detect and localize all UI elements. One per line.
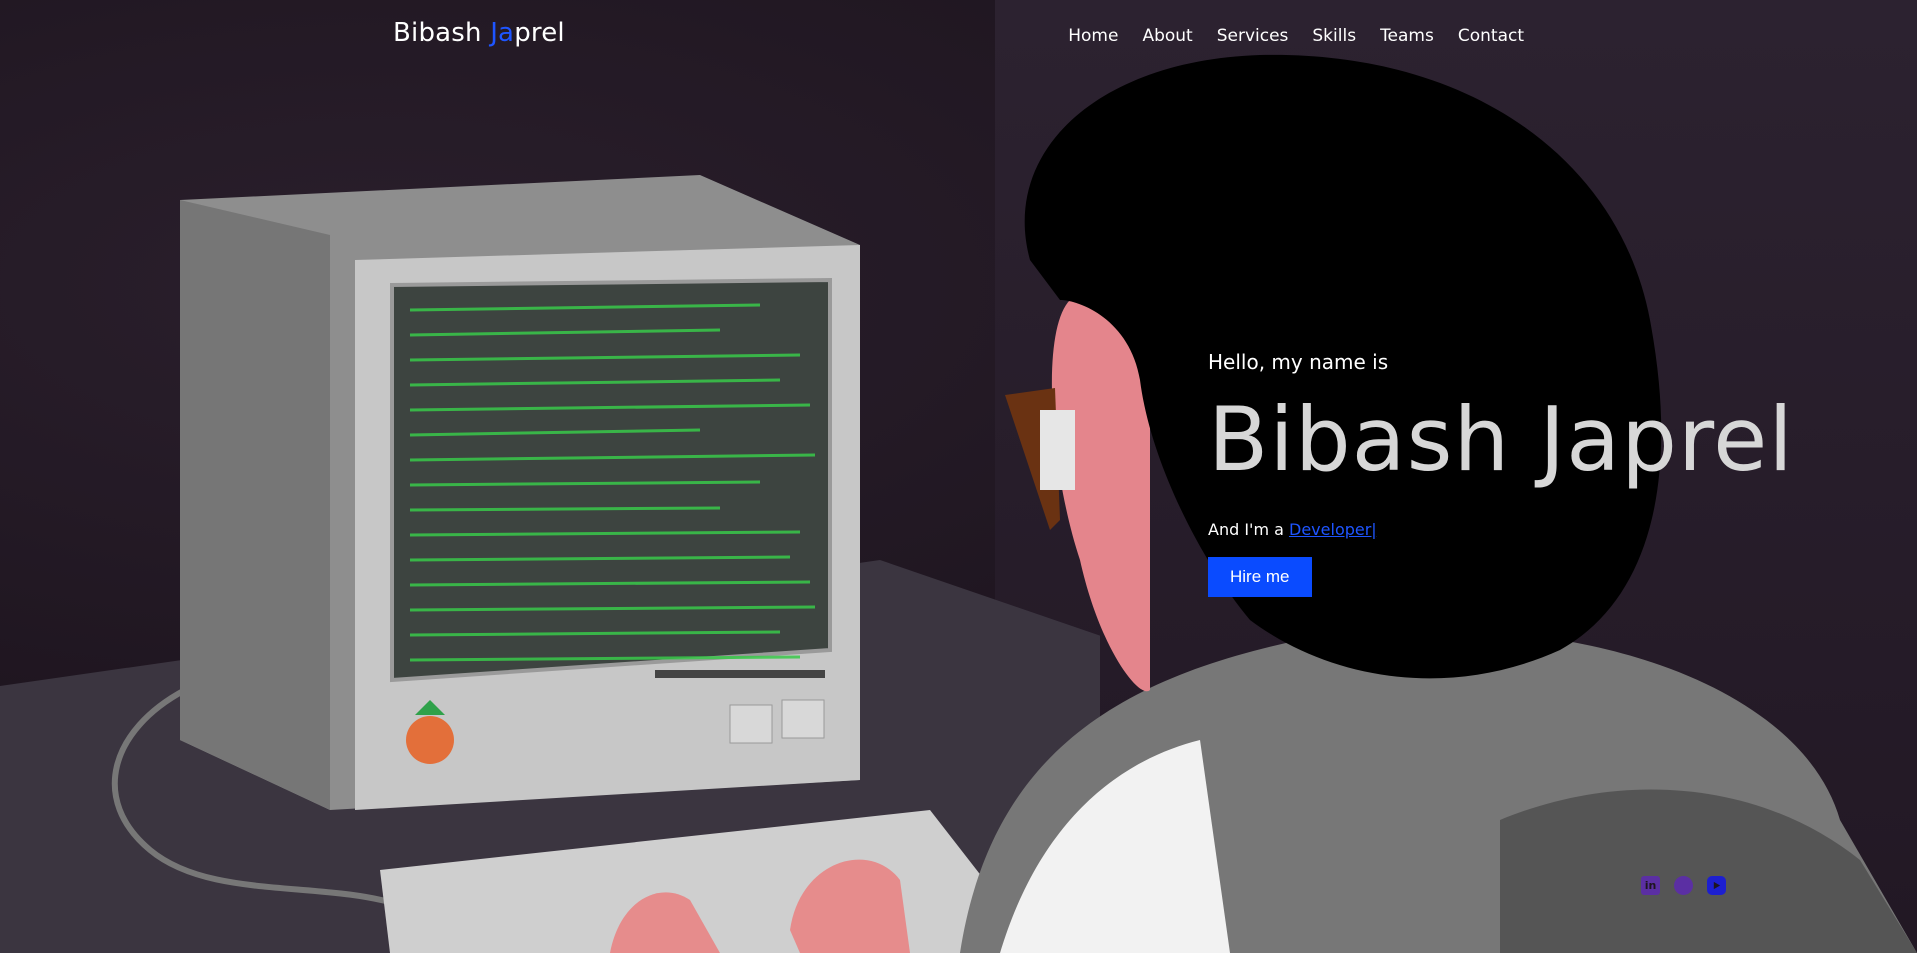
turnip-logo <box>406 716 454 764</box>
role-typed-link[interactable]: Developer| <box>1289 520 1377 539</box>
home-content: Hello, my name is Bibash Japrel And I'm … <box>1208 350 1794 597</box>
role-line: And I'm a Developer| <box>1208 520 1794 539</box>
social-links: in <box>1641 876 1726 895</box>
youtube-icon[interactable] <box>1707 876 1726 895</box>
glasses-lens <box>1040 410 1075 490</box>
greeting-text: Hello, my name is <box>1208 350 1389 374</box>
logo-text-part1: Bibash <box>393 18 491 48</box>
chair-back <box>1500 789 1917 953</box>
nav-link-about[interactable]: About <box>1142 26 1192 46</box>
logo-text-accent: Ja <box>490 18 515 48</box>
power-button <box>729 704 773 744</box>
nav-link-services[interactable]: Services <box>1217 26 1289 46</box>
site-logo[interactable]: Bibash Japrel <box>393 18 565 48</box>
nav-link-teams[interactable]: Teams <box>1380 26 1434 46</box>
monitor-button <box>781 699 825 739</box>
monitor-screen <box>390 277 832 683</box>
disk-slot <box>655 670 825 678</box>
hero-name: Bibash Japrel <box>1208 388 1794 491</box>
nav-link-home[interactable]: Home <box>1068 26 1118 46</box>
nav-link-contact[interactable]: Contact <box>1458 26 1524 46</box>
logo-text-part2: prel <box>514 18 565 48</box>
nav-link-skills[interactable]: Skills <box>1312 26 1356 46</box>
top-navigation: Bibash Japrel Home About Services Skills… <box>0 0 1917 72</box>
hire-me-button[interactable]: Hire me <box>1208 557 1312 597</box>
monitor-side <box>180 200 330 810</box>
role-prefix: And I'm a <box>1208 520 1290 539</box>
nav-menu: Home About Services Skills Teams Contact <box>1068 26 1524 46</box>
github-icon[interactable] <box>1674 876 1693 895</box>
linkedin-icon[interactable]: in <box>1641 876 1660 895</box>
